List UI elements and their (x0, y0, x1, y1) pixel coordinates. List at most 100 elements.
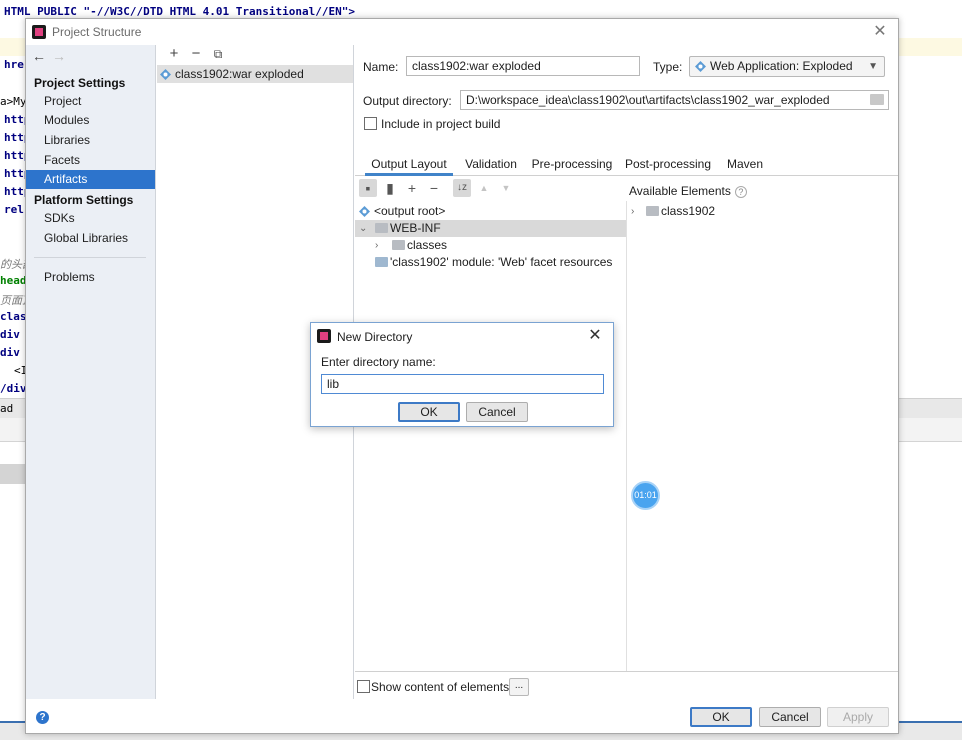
cancel-button[interactable]: Cancel (466, 402, 528, 422)
type-label: Type: (653, 60, 683, 74)
available-elements-tree: › class1902 (628, 201, 898, 671)
chevron-right-icon[interactable]: › (375, 237, 378, 254)
code-line-doctype: HTML PUBLIC "-//W3C//DTD HTML 4.01 Trans… (4, 5, 355, 18)
arrow-left-icon[interactable]: ← (32, 48, 52, 64)
section-platform-settings: Platform Settings (34, 193, 134, 207)
intellij-app-icon (317, 329, 331, 343)
tree-node-module[interactable]: › class1902 (628, 203, 899, 220)
sidebar-item-libraries[interactable]: Libraries (26, 131, 155, 150)
remove-icon[interactable]: − (185, 45, 207, 62)
sidebar-item-problems[interactable]: Problems (26, 268, 155, 287)
ok-button[interactable]: OK (690, 707, 752, 727)
artifacts-toolbar: + − ⧉ (163, 45, 229, 65)
create-archive-icon[interactable]: ▮ (381, 179, 399, 197)
include-in-build-checkbox[interactable] (364, 117, 377, 130)
apply-button[interactable]: Apply (827, 707, 889, 727)
dialog-title: New Directory (337, 330, 413, 344)
output-layout-toolbar: ▪ ▮ + − ↓z ▲ ▼ (355, 177, 627, 199)
tree-node-web-inf[interactable]: ⌄ WEB-INF (355, 220, 626, 237)
tree-node-label: <output root> (374, 204, 446, 218)
type-dropdown[interactable]: Web Application: Exploded ▼ (689, 56, 885, 77)
move-up-icon[interactable]: ▲ (475, 179, 493, 197)
tree-node-output-root[interactable]: <output root> (355, 203, 626, 220)
arrow-right-icon[interactable]: → (52, 48, 72, 64)
tab-pre-processing[interactable]: Pre-processing (529, 152, 615, 176)
add-icon[interactable]: + (163, 45, 185, 62)
intellij-app-icon (32, 25, 46, 39)
sidebar-divider (34, 257, 146, 258)
code-fragment: /div (0, 382, 27, 395)
cancel-button[interactable]: Cancel (759, 707, 821, 727)
chevron-right-icon[interactable]: › (631, 203, 634, 220)
directory-name-input[interactable] (321, 374, 604, 394)
available-elements-header: Available Elements? (629, 184, 747, 198)
close-icon[interactable]: ✕ (585, 326, 605, 346)
browse-folder-icon[interactable] (870, 94, 884, 105)
output-layout-tree: <output root> ⌄ WEB-INF › classes 'class… (355, 201, 627, 671)
move-down-icon[interactable]: ▼ (497, 179, 515, 197)
doctype-text: HTML PUBLIC "-//W3C//DTD HTML 4.01 Trans… (4, 5, 355, 18)
help-icon[interactable]: ? (734, 185, 747, 198)
sidebar-item-facets[interactable]: Facets (26, 151, 155, 170)
sort-elements-icon[interactable]: ↓z (453, 179, 471, 197)
show-content-strip: Show content of elements ... (355, 671, 898, 699)
type-value: Web Application: Exploded (710, 59, 853, 73)
output-directory-value: D:\workspace_idea\class1902\out\artifact… (466, 93, 830, 107)
tree-node-label: classes (407, 238, 448, 252)
artifact-list-item[interactable]: class1902:war exploded (157, 65, 353, 83)
dialog-title: Project Structure (52, 25, 142, 39)
sidebar-item-sdks[interactable]: SDKs (26, 209, 155, 228)
sidebar-item-modules[interactable]: Modules (26, 111, 155, 130)
create-directory-icon[interactable]: ▪ (359, 179, 377, 197)
more-options-button[interactable]: ... (509, 678, 529, 696)
code-fragment: hre (4, 58, 24, 71)
recording-timer-badge: 01:01 (631, 481, 660, 510)
web-artifact-icon (160, 69, 171, 80)
code-fragment: rel (4, 203, 24, 216)
folder-icon (392, 240, 405, 250)
detail-tabs: Output Layout Validation Pre-processing … (355, 152, 898, 176)
tree-node-web-facet-resources[interactable]: 'class1902' module: 'Web' facet resource… (355, 254, 626, 271)
tab-output-layout[interactable]: Output Layout (365, 152, 453, 176)
name-label: Name: (363, 60, 399, 74)
chevron-down-icon: ▼ (868, 61, 878, 72)
chevron-down-icon[interactable]: ⌄ (359, 220, 367, 237)
sidebar-item-global-libraries[interactable]: Global Libraries (26, 229, 155, 248)
remove-icon[interactable]: − (425, 179, 443, 197)
output-directory-label: Output directory: (363, 94, 452, 108)
include-in-build-label: Include in project build (381, 117, 501, 131)
nav-arrows: ← → (32, 48, 72, 66)
sidebar-item-project[interactable]: Project (26, 92, 155, 111)
close-icon[interactable]: ✕ (870, 22, 890, 42)
web-facet-icon (375, 257, 388, 267)
module-folder-icon (646, 206, 659, 216)
tab-maven[interactable]: Maven (721, 152, 769, 176)
add-copy-of-icon[interactable]: + (403, 179, 421, 197)
folder-icon (375, 223, 388, 233)
output-root-icon (359, 206, 370, 217)
code-fragment: a>My (0, 95, 27, 108)
available-elements-title: Available Elements (629, 184, 731, 198)
artifact-name: class1902:war exploded (175, 67, 304, 81)
tree-node-label: 'class1902' module: 'Web' facet resource… (390, 255, 613, 269)
tree-node-classes[interactable]: › classes (355, 237, 626, 254)
directory-name-label: Enter directory name: (321, 355, 436, 369)
show-content-checkbox[interactable] (357, 680, 370, 693)
dialog-titlebar: Project Structure ✕ (26, 19, 898, 45)
tree-node-label: class1902 (661, 204, 716, 218)
settings-sidebar: ← → Project Settings Project Modules Libr… (26, 45, 156, 699)
ok-button[interactable]: OK (398, 402, 460, 422)
sidebar-item-artifacts[interactable]: Artifacts (26, 170, 155, 189)
show-content-label: Show content of elements (371, 680, 510, 694)
tab-validation[interactable]: Validation (457, 152, 525, 176)
name-field[interactable]: class1902:war exploded (406, 56, 640, 76)
tree-node-label: WEB-INF (390, 221, 441, 235)
tab-post-processing[interactable]: Post-processing (621, 152, 715, 176)
web-artifact-icon (695, 61, 706, 72)
copy-icon[interactable]: ⧉ (207, 47, 229, 62)
section-project-settings: Project Settings (34, 76, 126, 90)
help-icon[interactable]: ? (36, 711, 49, 724)
output-directory-field[interactable]: D:\workspace_idea\class1902\out\artifact… (460, 90, 889, 110)
code-fragment: ad (0, 402, 14, 415)
new-directory-dialog: New Directory ✕ Enter directory name: OK… (310, 322, 614, 427)
